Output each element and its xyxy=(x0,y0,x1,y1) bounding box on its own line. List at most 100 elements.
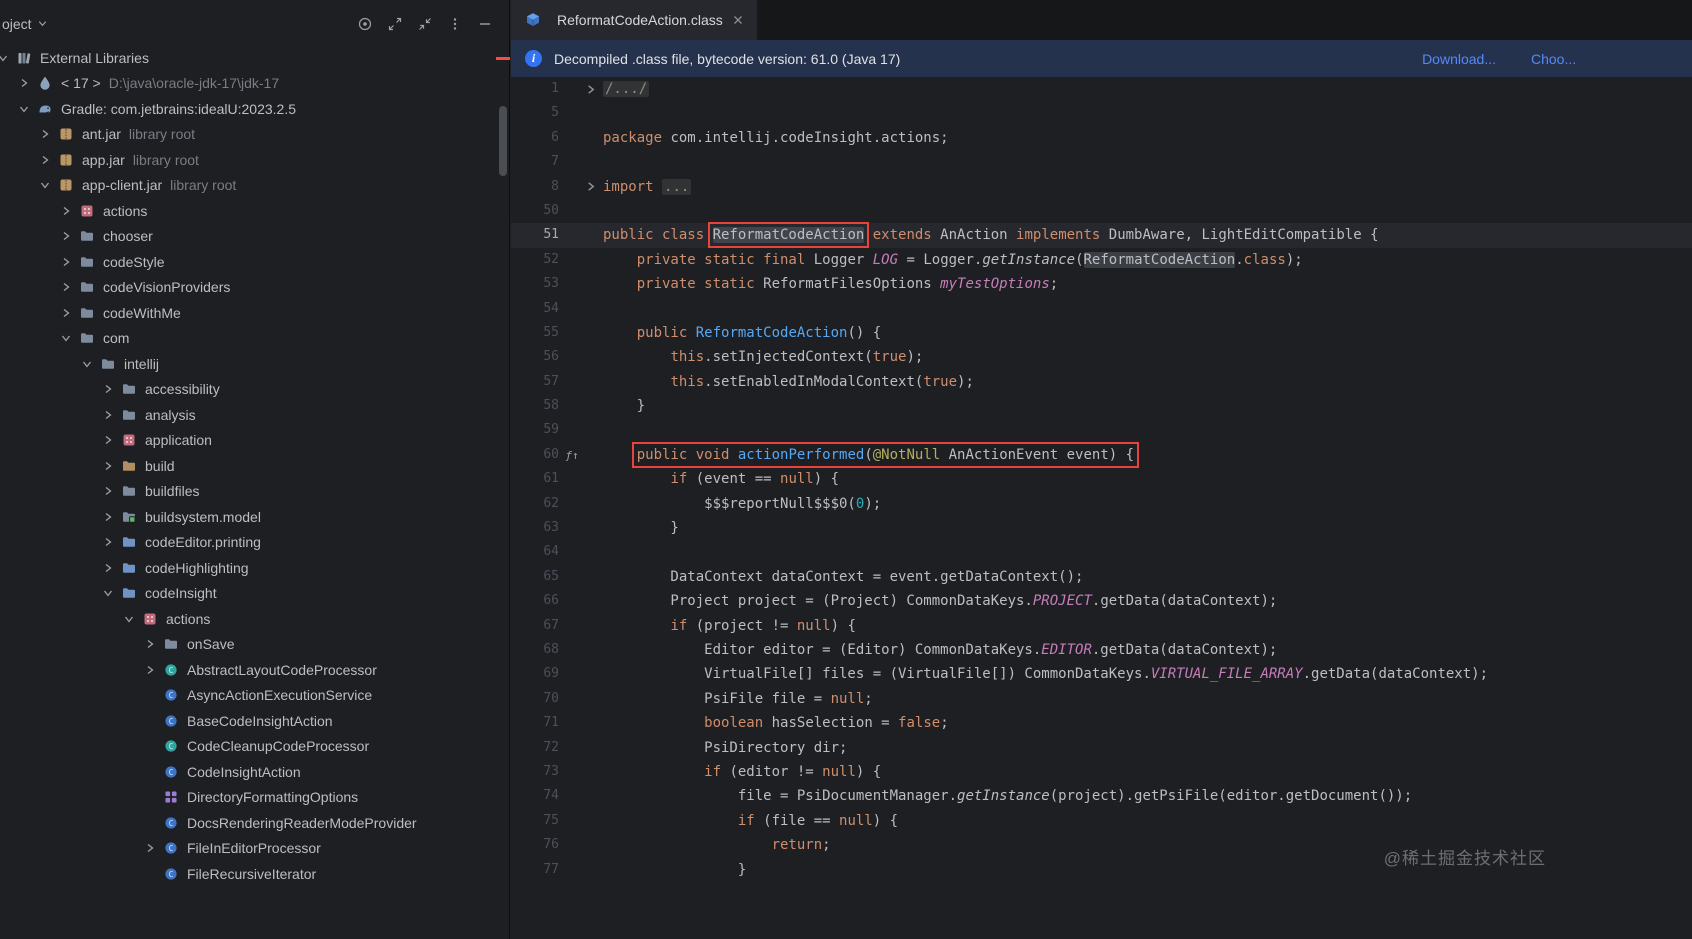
tree-item-actions[interactable]: actions xyxy=(0,198,509,224)
code-line-55[interactable]: 55 public ReformatCodeAction() { xyxy=(511,321,1692,345)
tree-item-intellij[interactable]: intellij xyxy=(0,351,509,377)
chevron-down-icon[interactable] xyxy=(34,179,56,191)
tree-item-actions[interactable]: actions xyxy=(0,606,509,632)
line-number[interactable]: 6 xyxy=(511,126,559,150)
folded-region[interactable]: ... xyxy=(662,178,692,195)
chevron-down-icon[interactable] xyxy=(55,332,77,344)
tree-item-com[interactable]: com xyxy=(0,326,509,352)
chevron-right-icon[interactable] xyxy=(97,409,119,421)
chevron-right-icon[interactable] xyxy=(139,638,161,650)
tree-item-app-client-jar[interactable]: app-client.jar library root xyxy=(0,173,509,199)
maximize-icon[interactable] xyxy=(387,16,403,32)
target-icon[interactable] xyxy=(357,16,373,32)
code-line-56[interactable]: 56 this.setInjectedContext(true); xyxy=(511,345,1692,369)
chevron-right-icon[interactable] xyxy=(139,842,161,854)
line-number[interactable]: 62 xyxy=(511,492,559,516)
override-method-gutter-icon[interactable]: ƒ↑ xyxy=(559,443,585,467)
chevron-down-icon[interactable] xyxy=(0,52,14,64)
chevron-right-icon[interactable] xyxy=(55,205,77,217)
project-view-dropdown[interactable]: oject xyxy=(2,16,48,32)
chevron-right-icon[interactable] xyxy=(139,664,161,676)
code-line-54[interactable]: 54 xyxy=(511,297,1692,321)
tree-item-codewithme[interactable]: codeWithMe xyxy=(0,300,509,326)
fold-arrow-icon[interactable] xyxy=(585,77,603,101)
more-icon[interactable] xyxy=(447,16,463,32)
tree-item-codeinsightaction[interactable]: C CodeInsightAction xyxy=(0,759,509,785)
code-line-58[interactable]: 58 } xyxy=(511,394,1692,418)
code-line-1[interactable]: 1 /.../ xyxy=(511,77,1692,101)
line-number[interactable]: 65 xyxy=(511,565,559,589)
line-number[interactable]: 69 xyxy=(511,662,559,686)
line-number[interactable]: 67 xyxy=(511,614,559,638)
chevron-right-icon[interactable] xyxy=(34,154,56,166)
chevron-right-icon[interactable] xyxy=(55,256,77,268)
code-line-6[interactable]: 6 package com.intellij.codeInsight.action… xyxy=(511,126,1692,150)
tree-item-chooser[interactable]: chooser xyxy=(0,224,509,250)
code-line-5[interactable]: 5 xyxy=(511,101,1692,125)
code-line-52[interactable]: 52 private static final Logger LOG = Log… xyxy=(511,248,1692,272)
code-line-65[interactable]: 65 DataContext dataContext = event.getDa… xyxy=(511,565,1692,589)
code-line-66[interactable]: 66 Project project = (Project) CommonDat… xyxy=(511,589,1692,613)
chevron-right-icon[interactable] xyxy=(34,128,56,140)
chevron-right-icon[interactable] xyxy=(97,562,119,574)
code-line-64[interactable]: 64 xyxy=(511,540,1692,564)
choose-sources-link[interactable]: Choo... xyxy=(1531,51,1576,67)
code-line-75[interactable]: 75 if (file == null) { xyxy=(511,809,1692,833)
code-line-61[interactable]: 61 if (event == null) { xyxy=(511,467,1692,491)
code-line-63[interactable]: 63 } xyxy=(511,516,1692,540)
line-number[interactable]: 71 xyxy=(511,711,559,735)
line-number[interactable]: 53 xyxy=(511,272,559,296)
line-number[interactable]: 8 xyxy=(511,175,559,199)
tree-item-17[interactable]: < 17 > D:\java\oracle-jdk-17\jdk-17 xyxy=(0,71,509,97)
tree-item-fileineditorprocessor[interactable]: C FileInEditorProcessor xyxy=(0,836,509,862)
line-number[interactable]: 50 xyxy=(511,199,559,223)
line-number[interactable]: 59 xyxy=(511,418,559,442)
chevron-right-icon[interactable] xyxy=(97,383,119,395)
line-number[interactable]: 72 xyxy=(511,736,559,760)
line-number[interactable]: 5 xyxy=(511,101,559,125)
line-number[interactable]: 55 xyxy=(511,321,559,345)
code-editor[interactable]: 1 /.../ 5 6 package com.intellij.codeInsight… xyxy=(511,77,1692,939)
line-number[interactable]: 58 xyxy=(511,394,559,418)
chevron-right-icon[interactable] xyxy=(97,536,119,548)
line-number[interactable]: 7 xyxy=(511,150,559,174)
tree-item-asyncactionexecutionservice[interactable]: C AsyncActionExecutionService xyxy=(0,683,509,709)
chevron-down-icon[interactable] xyxy=(13,103,35,115)
code-line-69[interactable]: 69 VirtualFile[] files = (VirtualFile[])… xyxy=(511,662,1692,686)
chevron-right-icon[interactable] xyxy=(97,511,119,523)
chevron-right-icon[interactable] xyxy=(97,485,119,497)
line-number[interactable]: 54 xyxy=(511,297,559,321)
tree-item-analysis[interactable]: analysis xyxy=(0,402,509,428)
chevron-right-icon[interactable] xyxy=(97,460,119,472)
tree-item-application[interactable]: application xyxy=(0,428,509,454)
line-number[interactable]: 56 xyxy=(511,345,559,369)
line-number[interactable]: 52 xyxy=(511,248,559,272)
tree-item-codeeditor-printing[interactable]: codeEditor.printing xyxy=(0,530,509,556)
code-line-67[interactable]: 67 if (project != null) { xyxy=(511,614,1692,638)
line-number[interactable]: 68 xyxy=(511,638,559,662)
line-number[interactable]: 57 xyxy=(511,370,559,394)
tree-item-basecodeinsightaction[interactable]: C BaseCodeInsightAction xyxy=(0,708,509,734)
chevron-right-icon[interactable] xyxy=(55,307,77,319)
tree-item-codevisionproviders[interactable]: codeVisionProviders xyxy=(0,275,509,301)
code-line-60[interactable]: 60 ƒ↑ public void actionPerformed(@NotNul… xyxy=(511,441,1692,468)
tree-item-gradle-com-jetbrains-idealu-2023-2-5[interactable]: Gradle: com.jetbrains:idealU:2023.2.5 xyxy=(0,96,509,122)
hide-icon[interactable] xyxy=(477,16,493,32)
tree-item-codecleanupcodeprocessor[interactable]: C CodeCleanupCodeProcessor xyxy=(0,734,509,760)
code-line-74[interactable]: 74 file = PsiDocumentManager.getInstance… xyxy=(511,784,1692,808)
tree-item-buildsystem-model[interactable]: buildsystem.model xyxy=(0,504,509,530)
line-number[interactable]: 70 xyxy=(511,687,559,711)
tree-item-buildfiles[interactable]: buildfiles xyxy=(0,479,509,505)
collapse-icon[interactable] xyxy=(417,16,433,32)
tree-item-external-libraries[interactable]: External Libraries xyxy=(0,45,509,71)
tree-item-ant-jar[interactable]: ant.jar library root xyxy=(0,122,509,148)
download-link[interactable]: Download... xyxy=(1422,51,1496,67)
chevron-down-icon[interactable] xyxy=(76,358,98,370)
code-line-8[interactable]: 8 import ... xyxy=(511,175,1692,199)
code-line-51[interactable]: 51 public class ReformatCodeAction extend… xyxy=(511,222,1692,249)
line-number[interactable]: 60 xyxy=(511,443,559,467)
chevron-down-icon[interactable] xyxy=(97,587,119,599)
editor-tab-reformatcodeaction[interactable]: ReformatCodeAction.class xyxy=(511,0,757,40)
tree-item-abstractlayoutcodeprocessor[interactable]: C AbstractLayoutCodeProcessor xyxy=(0,657,509,683)
tree-item-filerecursiveiterator[interactable]: C FileRecursiveIterator xyxy=(0,861,509,887)
